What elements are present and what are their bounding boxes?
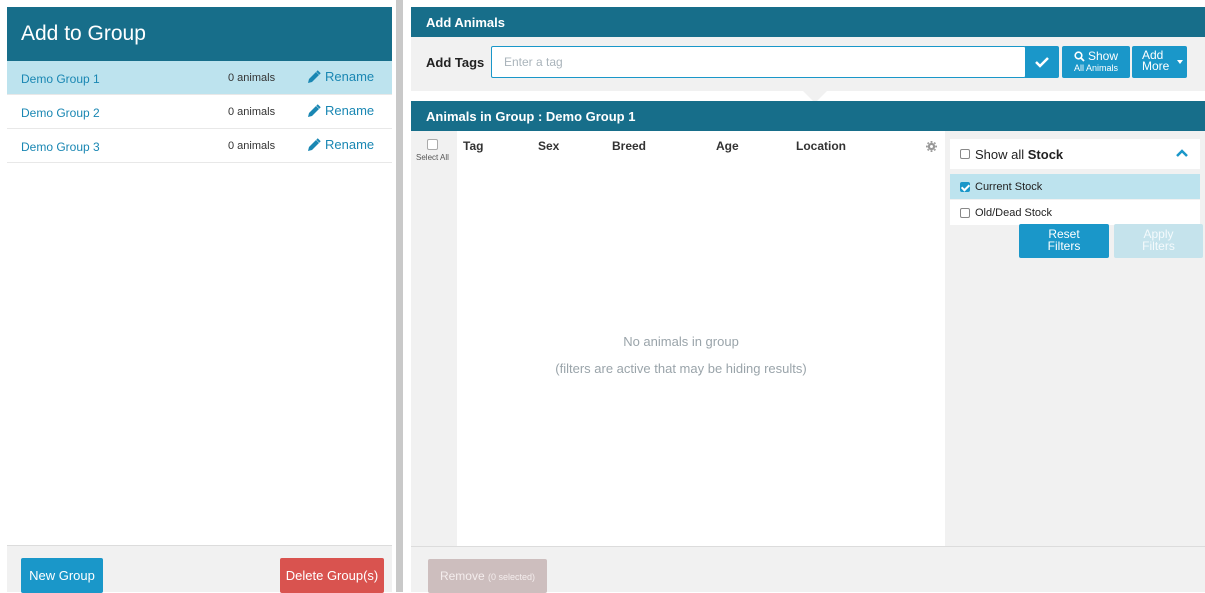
stock-label: Stock	[1027, 146, 1064, 162]
add-tags-label: Add Tags	[426, 55, 485, 70]
old-stock-checkbox[interactable]	[960, 207, 970, 218]
select-all-checkbox[interactable]	[427, 139, 438, 150]
group-count: 0 animals	[228, 72, 276, 84]
tag-input[interactable]	[491, 46, 1026, 78]
column-header-age[interactable]: Age	[716, 139, 739, 153]
right-footer: Remove (0 selected)	[411, 546, 1205, 593]
filter-hint: (filters are active that may be hiding r…	[555, 361, 807, 376]
filter-panel: Show all Stock Current Stock Old/Dead St…	[945, 131, 1205, 546]
rename-button[interactable]: Rename	[307, 69, 374, 84]
group-row[interactable]: Demo Group 2 0 animals Rename	[7, 95, 392, 129]
check-icon	[1035, 57, 1049, 68]
column-header-location[interactable]: Location	[796, 139, 846, 153]
current-stock-checkbox[interactable]	[960, 181, 970, 192]
confirm-tag-button[interactable]	[1025, 46, 1059, 78]
group-name[interactable]: Demo Group 1	[21, 72, 100, 86]
rename-label: Rename	[325, 103, 375, 118]
apply-filters-button[interactable]: Apply Filters	[1114, 224, 1203, 258]
rename-label: Rename	[325, 137, 375, 152]
remove-count: (0 selected)	[488, 572, 536, 582]
apply-label-2: Filters	[1142, 239, 1175, 253]
group-row[interactable]: Demo Group 3 0 animals Rename	[7, 129, 392, 163]
show-all-animals-button[interactable]: Show All Animals	[1062, 46, 1130, 78]
show-label: Show	[1087, 49, 1119, 63]
panel-title: Add to Group	[7, 7, 392, 61]
pencil-icon	[308, 137, 321, 151]
reset-filters-button[interactable]: Reset Filters	[1019, 224, 1109, 258]
group-row[interactable]: Demo Group 1 0 animals Rename	[7, 61, 392, 95]
old-stock-label: Old/Dead Stock	[975, 206, 1053, 219]
current-stock-label: Current Stock	[975, 180, 1043, 193]
column-header-breed[interactable]: Breed	[612, 139, 646, 153]
chevron-up-icon[interactable]	[1176, 149, 1188, 157]
animals-table: Select All Tag Sex Breed Age Location No…	[411, 131, 1205, 546]
reset-label-2: Filters	[1047, 239, 1081, 253]
filter-old-dead-stock[interactable]: Old/Dead Stock	[950, 200, 1200, 225]
add-more-button[interactable]: Add More	[1132, 46, 1187, 78]
group-name[interactable]: Demo Group 2	[21, 106, 100, 120]
group-name[interactable]: Demo Group 3	[21, 140, 100, 154]
rename-button[interactable]: Rename	[307, 103, 374, 118]
remove-button[interactable]: Remove (0 selected)	[428, 559, 547, 593]
gear-icon[interactable]	[926, 139, 937, 157]
show-all-stock-toggle[interactable]: Show all Stock	[950, 139, 1200, 169]
left-footer: New Group Delete Group(s)	[7, 545, 392, 593]
remove-label: Remove	[439, 569, 485, 583]
group-count: 0 animals	[228, 140, 276, 152]
show-all-label: Show all	[975, 146, 1025, 162]
group-panel-title: Animals in Group : Demo Group 1	[411, 101, 1205, 131]
group-count: 0 animals	[228, 106, 276, 118]
new-group-button[interactable]: New Group	[21, 558, 103, 593]
column-header-tag[interactable]: Tag	[463, 139, 483, 153]
column-header-sex[interactable]: Sex	[538, 139, 559, 153]
show-all-checkbox[interactable]	[960, 149, 970, 159]
pencil-icon	[308, 103, 321, 117]
add-animals-title: Add Animals	[411, 7, 1205, 37]
filter-current-stock[interactable]: Current Stock	[950, 174, 1200, 199]
rename-label: Rename	[325, 69, 375, 84]
show-sublabel: All Animals	[1073, 63, 1118, 73]
right-panel: Add Animals Add Tags Show All Animals Ad…	[411, 7, 1205, 593]
search-icon	[1074, 50, 1085, 62]
rename-button[interactable]: Rename	[307, 137, 374, 152]
add-animals-bar: Add Tags Show All Animals Add More	[411, 37, 1205, 91]
caret-down-icon	[1177, 60, 1183, 64]
add-to-group-panel: Add to Group Demo Group 1 0 animals Rena…	[7, 7, 392, 593]
select-all-label: Select All	[416, 153, 449, 162]
delete-groups-button[interactable]: Delete Group(s)	[280, 558, 384, 593]
pencil-icon	[308, 69, 321, 83]
empty-message: No animals in group	[623, 334, 739, 349]
panel-splitter[interactable]	[396, 0, 403, 592]
